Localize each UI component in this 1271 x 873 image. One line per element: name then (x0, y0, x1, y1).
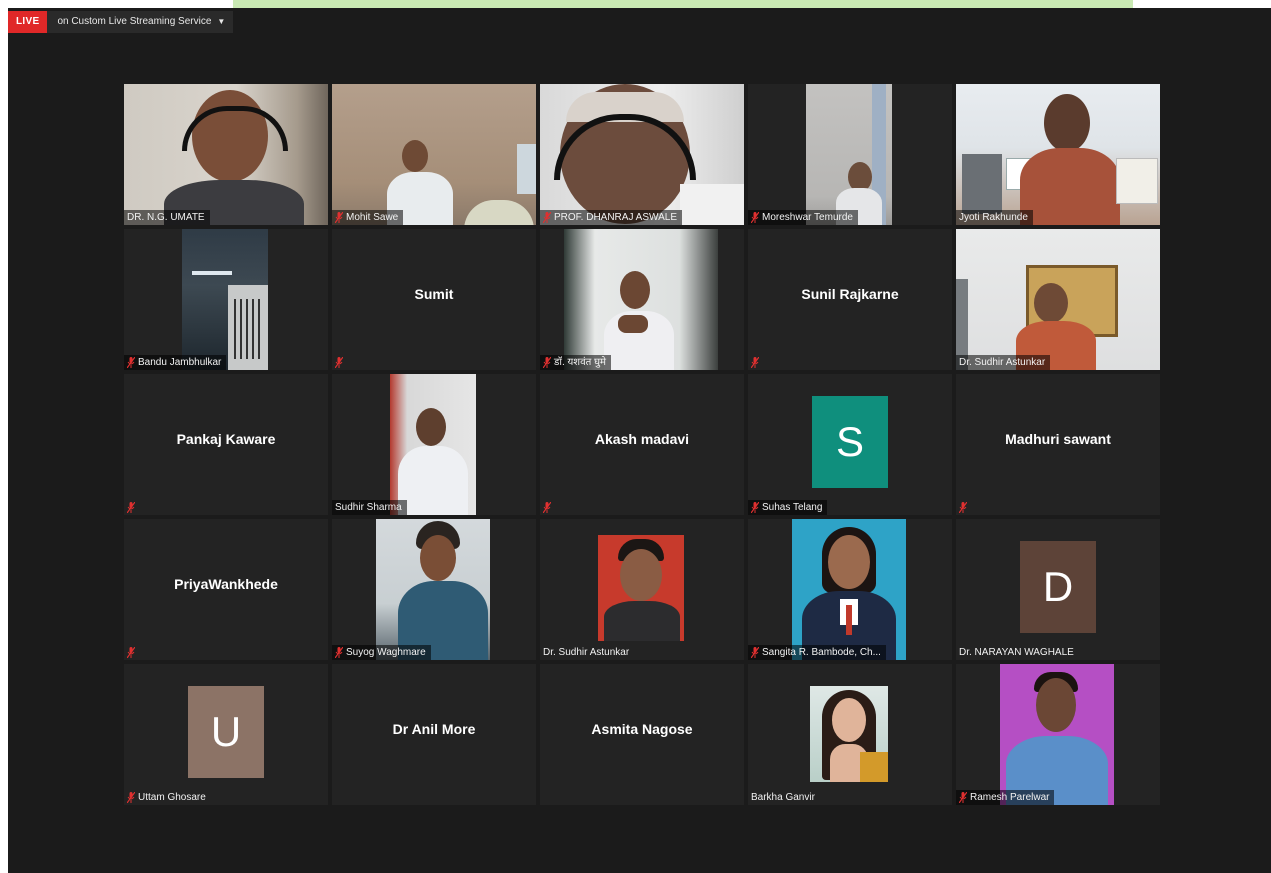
participant-name-label: Dr. Sudhir Astunkar (956, 355, 1051, 370)
participant-tile[interactable]: U Uttam Ghosare (124, 664, 328, 805)
participant-tile[interactable]: Dr Anil More (332, 664, 536, 805)
participant-display-name: Dr Anil More (392, 720, 476, 737)
participant-tile[interactable]: Madhuri sawant (956, 374, 1160, 515)
top-banner (233, 0, 1133, 8)
mic-muted-icon (127, 647, 135, 658)
video-feed (810, 686, 888, 782)
video-feed (540, 84, 744, 225)
participant-name-label (124, 645, 140, 660)
participant-tile[interactable]: डॉ. यशवंत घुमे (540, 229, 744, 370)
participant-name-label: Barkha Ganvir (751, 792, 815, 803)
participant-name-label (332, 355, 348, 370)
mic-muted-icon (751, 357, 759, 368)
mic-muted-icon (751, 212, 759, 223)
participant-name-label: Uttam Ghosare (124, 790, 211, 805)
participant-tile[interactable]: DR. N.G. UMATE (124, 84, 328, 225)
participant-tile[interactable]: Asmita Nagose (540, 664, 744, 805)
video-feed (956, 84, 1160, 225)
live-service-dropdown[interactable]: on Custom Live Streaming Service ▼ (47, 11, 233, 33)
participant-name-label: Suyog Waghmare (332, 645, 431, 660)
participant-tile[interactable]: Sangita R. Bambode, Ch... (748, 519, 952, 660)
mic-muted-icon (543, 357, 551, 368)
live-badge: LIVE (8, 11, 48, 33)
participant-name-label: Sangita R. Bambode, Ch... (748, 645, 886, 660)
participant-display-name: Pankaj Kaware (176, 430, 276, 447)
participant-avatar: S (812, 396, 888, 488)
participant-name-label (124, 500, 140, 515)
participant-tile[interactable]: D Dr. NARAYAN WAGHALE (956, 519, 1160, 660)
participant-display-name: Akash madavi (594, 430, 690, 447)
video-feed (564, 229, 718, 370)
video-feed (332, 84, 536, 225)
mic-muted-icon (127, 502, 135, 513)
participant-name-label: DR. N.G. UMATE (124, 210, 210, 225)
mic-muted-icon (543, 502, 551, 513)
participant-name-label: Dr. NARAYAN WAGHALE (959, 647, 1074, 658)
chevron-down-icon: ▼ (217, 17, 226, 26)
video-feed (390, 374, 476, 515)
participant-tile[interactable]: Akash madavi (540, 374, 744, 515)
live-streaming-bar[interactable]: LIVE on Custom Live Streaming Service ▼ (8, 11, 234, 33)
participant-tile[interactable]: Moreshwar Temurde (748, 84, 952, 225)
participant-tile[interactable]: Suyog Waghmare (332, 519, 536, 660)
participant-avatar: U (188, 686, 264, 778)
mic-muted-icon (335, 357, 343, 368)
participant-name-label (956, 500, 972, 515)
participant-tile[interactable]: Bandu Jambhulkar (124, 229, 328, 370)
mic-muted-icon (335, 212, 343, 223)
participant-tile[interactable]: Barkha Ganvir (748, 664, 952, 805)
participant-display-name: Sunil Rajkarne (801, 285, 899, 302)
video-feed (598, 535, 684, 641)
participant-name-label: Dr. Sudhir Astunkar (543, 647, 630, 658)
participant-name-label: Mohit Sawe (332, 210, 404, 225)
mic-muted-icon (959, 792, 967, 803)
participant-name-label: Suhas Telang (748, 500, 828, 515)
participant-name-label (748, 355, 764, 370)
participant-display-name: Asmita Nagose (591, 720, 693, 737)
participant-name-label: Ramesh Parelwar (956, 790, 1055, 805)
participant-display-name: Madhuri sawant (1005, 430, 1111, 447)
participant-avatar: D (1020, 541, 1096, 633)
participant-name-label: PROF. DHANRAJ ASWALE (540, 210, 682, 225)
participant-tile[interactable]: PriyaWankhede (124, 519, 328, 660)
video-feed (956, 229, 1160, 370)
mic-muted-icon (335, 647, 343, 658)
participant-name-label (540, 500, 556, 515)
video-feed (182, 229, 268, 370)
participant-tile[interactable]: Sudhir Sharma (332, 374, 536, 515)
mic-muted-icon (959, 502, 967, 513)
participant-name-label: डॉ. यशवंत घुमे (540, 355, 612, 370)
mic-muted-icon (751, 502, 759, 513)
participant-tile[interactable]: Ramesh Parelwar (956, 664, 1160, 805)
participant-name-label: Sudhir Sharma (332, 500, 407, 515)
participant-tile[interactable]: Dr. Sudhir Astunkar (540, 519, 744, 660)
mic-muted-icon (127, 357, 135, 368)
participant-tile[interactable]: Sumit (332, 229, 536, 370)
participant-tile-active-speaker[interactable]: Jyoti Rakhunde (956, 84, 1160, 225)
video-feed (124, 84, 328, 225)
participant-tile[interactable]: S Suhas Telang (748, 374, 952, 515)
video-feed (792, 519, 906, 660)
participant-name-label: Jyoti Rakhunde (956, 210, 1033, 225)
participant-name-label: Moreshwar Temurde (748, 210, 858, 225)
participant-tile[interactable]: PROF. DHANRAJ ASWALE (540, 84, 744, 225)
video-feed (1000, 664, 1114, 805)
participant-display-name: Sumit (414, 285, 454, 302)
participant-name-label: Bandu Jambhulkar (124, 355, 227, 370)
participant-tile[interactable]: Sunil Rajkarne (748, 229, 952, 370)
participant-tile[interactable]: Dr. Sudhir Astunkar (956, 229, 1160, 370)
participant-display-name: PriyaWankhede (174, 575, 278, 592)
participant-tile[interactable]: Mohit Sawe (332, 84, 536, 225)
video-feed (806, 84, 892, 225)
mic-muted-icon (543, 212, 551, 223)
gallery-grid: DR. N.G. UMATE Mohit Sawe PROF. DHANRAJ … (124, 84, 1160, 805)
mic-muted-icon (751, 647, 759, 658)
mic-muted-icon (127, 792, 135, 803)
live-service-label: on Custom Live Streaming Service (57, 16, 212, 27)
video-feed (376, 519, 490, 660)
participant-tile[interactable]: Pankaj Kaware (124, 374, 328, 515)
